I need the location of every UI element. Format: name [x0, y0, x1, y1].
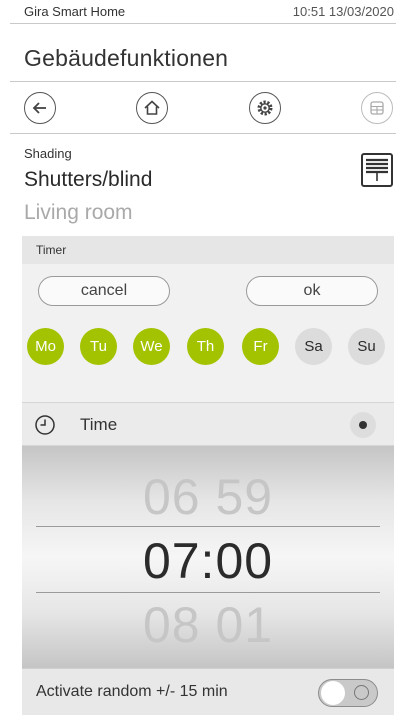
settings-icon [257, 100, 273, 116]
random-row: Activate random +/- 15 min [22, 668, 394, 715]
blind-icon [360, 152, 394, 193]
back-icon [32, 102, 46, 114]
device-category: Shading [24, 146, 72, 161]
ok-button[interactable]: ok [246, 276, 378, 306]
day-toggle-sa[interactable]: Sa [295, 328, 332, 365]
random-toggle[interactable] [318, 679, 378, 707]
day-toggle-th[interactable]: Th [187, 328, 224, 365]
toggle-knob [321, 681, 345, 705]
home-icon [144, 100, 160, 115]
toggle-off-icon [354, 685, 369, 700]
nav-bar [0, 88, 406, 130]
picker-prev-value: 06 59 [142, 469, 274, 525]
timer-label: Timer [36, 243, 67, 257]
radio-dot [359, 421, 367, 429]
time-option-row[interactable]: Time [22, 402, 394, 446]
day-toggle-fr[interactable]: Fr [242, 328, 279, 365]
day-toggle-we[interactable]: We [133, 328, 170, 365]
cancel-button[interactable]: cancel [38, 276, 170, 306]
picker-next-value: 08 01 [142, 597, 274, 653]
room-name: Living room [24, 201, 133, 224]
page-title: Gebäudefunktionen [24, 45, 229, 71]
picker-current-value: 07:00 [142, 533, 274, 589]
picker-divider [36, 592, 380, 593]
timer-header: Timer [22, 236, 394, 264]
grid-button[interactable] [361, 92, 393, 124]
time-radio[interactable] [350, 412, 376, 438]
divider [10, 23, 396, 24]
clock-icon [35, 415, 55, 435]
home-button[interactable] [136, 92, 168, 124]
status-datetime: 10:51 13/03/2020 [292, 4, 394, 19]
day-toggle-su[interactable]: Su [348, 328, 385, 365]
app-name: Gira Smart Home [24, 4, 126, 19]
day-toggle-tu[interactable]: Tu [80, 328, 117, 365]
weekday-selector: Mo Tu We Th Fr Sa Su [22, 320, 394, 400]
day-toggle-mo[interactable]: Mo [27, 328, 64, 365]
time-label: Time [80, 415, 118, 434]
grid-icon [370, 101, 384, 115]
time-picker-wheel[interactable]: 06 59 07:00 08 01 [22, 446, 394, 668]
divider [10, 133, 396, 134]
settings-button[interactable] [249, 92, 281, 124]
divider [10, 81, 396, 82]
back-button[interactable] [24, 92, 56, 124]
device-name: Shutters/blind [24, 168, 153, 191]
picker-divider [36, 526, 380, 527]
timer-panel: Timer cancel ok Mo Tu We Th Fr Sa Su Tim… [22, 236, 394, 715]
random-label: Activate random +/- 15 min [36, 683, 228, 700]
